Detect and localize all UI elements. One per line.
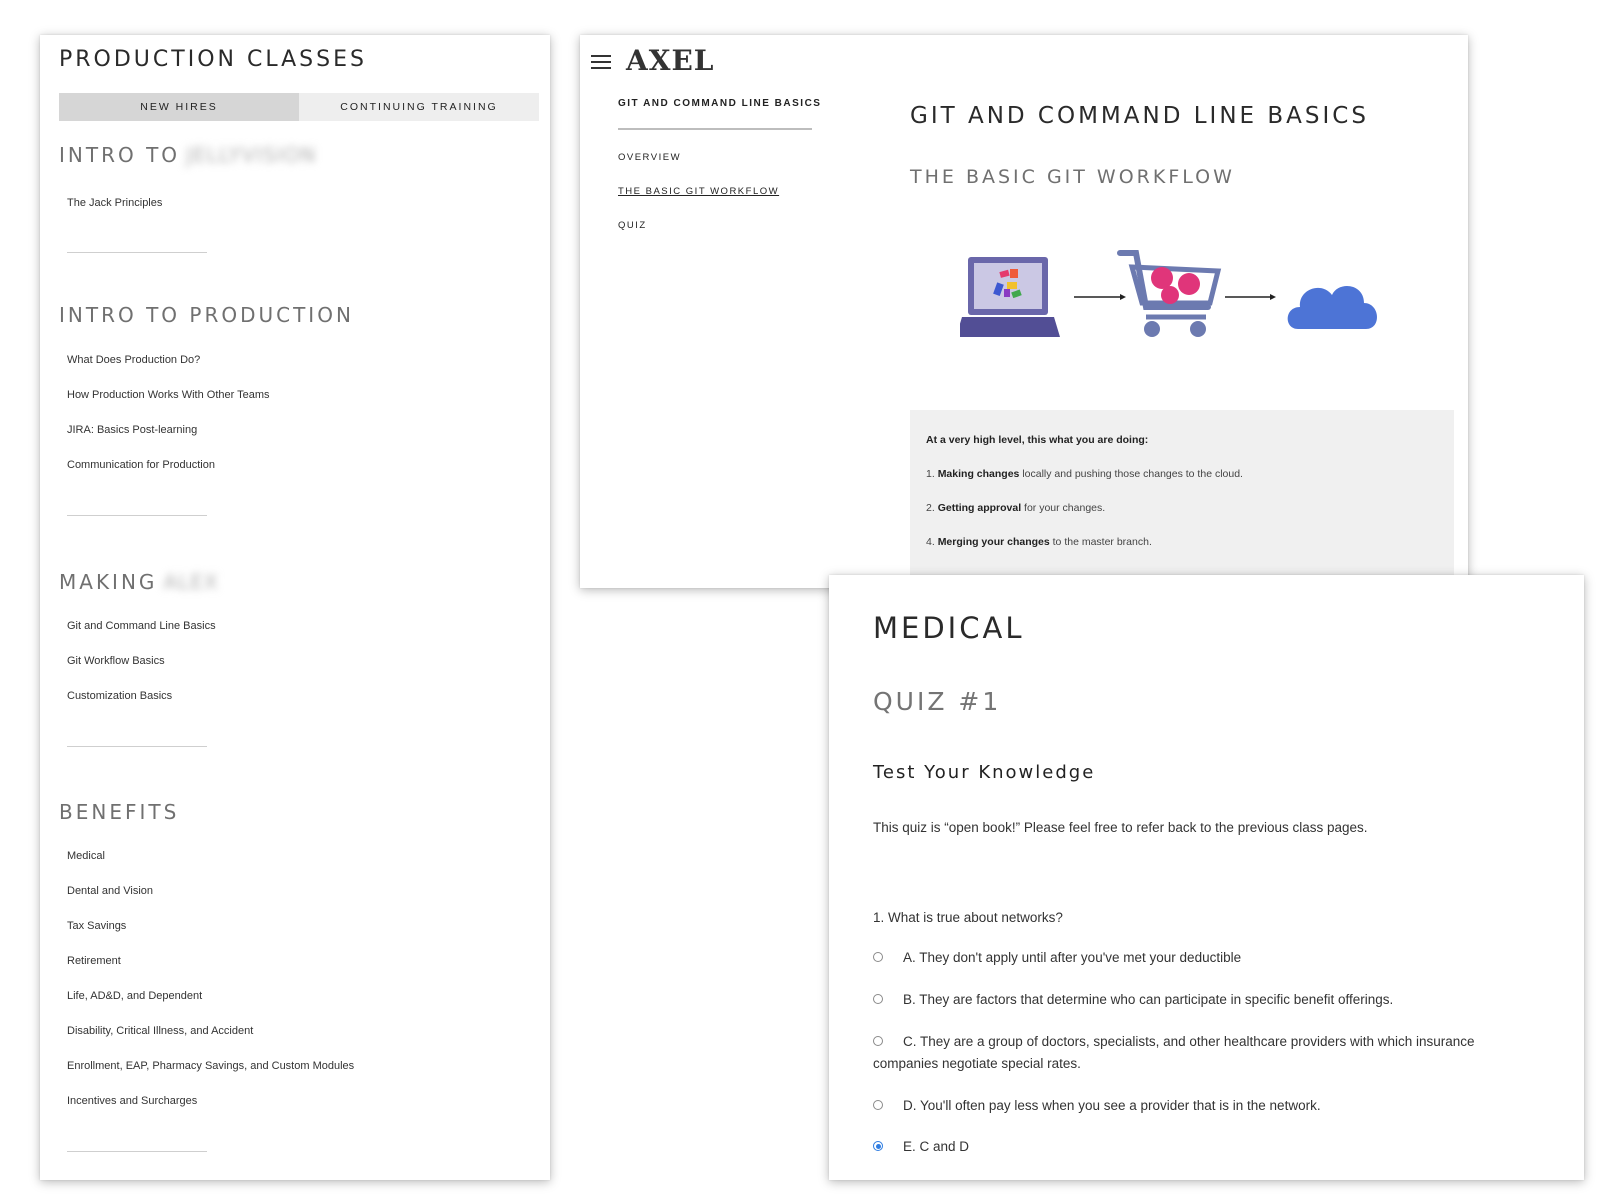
arrow-right-icon: [1225, 294, 1276, 300]
question-text: 1. What is true about networks?: [873, 910, 1063, 925]
nav-item-basic-git-workflow[interactable]: THE BASIC GIT WORKFLOW: [618, 186, 779, 197]
section-making-product: MAKING ALEX: [59, 567, 539, 597]
summary-step: 4. Merging your changes to the master br…: [926, 536, 1152, 548]
section-intro-to-company: INTRO TO JELLYVISION: [59, 140, 539, 170]
radio-button-selected[interactable]: [873, 1141, 883, 1151]
radio-button[interactable]: [873, 994, 883, 1004]
list-item[interactable]: Enrollment, EAP, Pharmacy Savings, and C…: [67, 1060, 354, 1072]
blurred-product-name: ALEX: [163, 570, 219, 594]
section-title: BENEFITS: [59, 800, 180, 824]
section-intro-to-production: INTRO TO PRODUCTION: [59, 300, 539, 330]
page-title: PRODUCTION CLASSES: [59, 47, 367, 72]
step-text: for your changes.: [1024, 502, 1106, 514]
step-emphasis: Making changes: [937, 468, 1020, 480]
step-text: locally and pushing those changes to the…: [1022, 468, 1243, 480]
class-tabs: NEW HIRES CONTINUING TRAINING: [59, 93, 539, 121]
section-divider: [67, 515, 207, 516]
workflow-summary-box: At a very high level, this what you are …: [910, 410, 1454, 588]
nav-item-overview[interactable]: OVERVIEW: [618, 152, 681, 163]
lesson-nav-title[interactable]: GIT AND COMMAND LINE BASICS: [618, 98, 821, 109]
section-divider: [67, 252, 207, 253]
production-classes-panel: PRODUCTION CLASSES NEW HIRES CONTINUING …: [40, 35, 550, 1180]
answer-text: E. C and D: [903, 1139, 970, 1154]
radio-button[interactable]: [873, 1036, 883, 1046]
quiz-intro: This quiz is “open book!” Please feel fr…: [873, 820, 1368, 835]
summary-lead: At a very high level, this what you are …: [926, 434, 1149, 446]
list-item[interactable]: Life, AD&D, and Dependent: [67, 990, 202, 1002]
arrow-right-icon: [1074, 294, 1126, 300]
git-lesson-panel: AXEL GIT AND COMMAND LINE BASICS OVERVIE…: [580, 35, 1468, 588]
step-number: 4.: [926, 536, 935, 548]
list-item[interactable]: Disability, Critical Illness, and Accide…: [67, 1025, 253, 1037]
list-item[interactable]: Incentives and Surcharges: [67, 1095, 197, 1107]
radio-button[interactable]: [873, 952, 883, 962]
tab-new-hires[interactable]: NEW HIRES: [59, 93, 299, 121]
answer-option-d[interactable]: D. You'll often pay less when you see a …: [873, 1095, 1513, 1117]
quiz-page-title: MEDICAL: [873, 611, 1025, 645]
list-item[interactable]: JIRA: Basics Post-learning: [67, 424, 197, 436]
laptop-icon: [960, 257, 1060, 337]
lesson-subtitle: THE BASIC GIT WORKFLOW: [910, 166, 1235, 188]
tab-continuing-training[interactable]: CONTINUING TRAINING: [299, 93, 539, 121]
answer-option-e[interactable]: E. C and D: [873, 1136, 1513, 1158]
step-emphasis: Getting approval: [937, 502, 1022, 514]
cloud-icon: [1287, 285, 1378, 329]
section-title: INTRO TO JELLYVISION: [59, 140, 539, 170]
answer-option-c[interactable]: C. They are a group of doctors, speciali…: [873, 1031, 1513, 1075]
answer-text: C. They are a group of doctors, speciali…: [873, 1034, 1475, 1071]
lesson-title: GIT AND COMMAND LINE BASICS: [910, 103, 1369, 129]
section-divider: [67, 1151, 207, 1152]
list-item[interactable]: Medical: [67, 850, 105, 862]
shopping-cart-icon: [1117, 250, 1222, 337]
answer-text: A. They don't apply until after you've m…: [903, 950, 1242, 965]
medical-quiz-panel: MEDICAL QUIZ #1 Test Your Knowledge This…: [829, 575, 1584, 1180]
list-item[interactable]: Communication for Production: [67, 459, 215, 471]
summary-step: 2. Getting approval for your changes.: [926, 502, 1105, 514]
step-emphasis: Merging your changes: [937, 536, 1050, 548]
step-text: to the master branch.: [1052, 536, 1152, 548]
list-item[interactable]: How Production Works With Other Teams: [67, 389, 270, 401]
section-title: MAKING ALEX: [59, 567, 539, 597]
git-workflow-diagram: [960, 250, 1378, 337]
list-item[interactable]: What Does Production Do?: [67, 354, 200, 366]
radio-button[interactable]: [873, 1100, 883, 1110]
section-title-text: INTRO TO: [59, 143, 181, 167]
list-item[interactable]: Tax Savings: [67, 920, 126, 932]
app-logo[interactable]: AXEL: [626, 44, 714, 77]
section-divider: [67, 746, 207, 747]
answer-option-a[interactable]: A. They don't apply until after you've m…: [873, 947, 1513, 969]
section-title: Test Your Knowledge: [873, 762, 1096, 783]
list-item[interactable]: Dental and Vision: [67, 885, 153, 897]
list-item[interactable]: The Jack Principles: [67, 197, 162, 209]
lesson-nav-divider: [618, 128, 812, 130]
nav-item-quiz[interactable]: QUIZ: [618, 220, 647, 231]
section-title: INTRO TO PRODUCTION: [59, 303, 354, 327]
answer-text: B. They are factors that determine who c…: [903, 992, 1394, 1007]
step-number: 2.: [926, 502, 935, 514]
list-item[interactable]: Git Workflow Basics: [67, 655, 165, 667]
list-item[interactable]: Retirement: [67, 955, 121, 967]
summary-step: 1. Making changes locally and pushing th…: [926, 468, 1243, 480]
step-number: 1.: [926, 468, 935, 480]
answer-text: D. You'll often pay less when you see a …: [903, 1098, 1321, 1113]
list-item[interactable]: Git and Command Line Basics: [67, 620, 216, 632]
answer-option-b[interactable]: B. They are factors that determine who c…: [873, 989, 1513, 1011]
section-benefits: BENEFITS: [59, 797, 539, 827]
list-item[interactable]: Customization Basics: [67, 690, 172, 702]
section-title-text: MAKING: [59, 570, 158, 594]
hamburger-menu-icon[interactable]: [591, 55, 613, 71]
blurred-company-name: JELLYVISION: [186, 143, 317, 167]
quiz-title: QUIZ #1: [873, 687, 1002, 716]
